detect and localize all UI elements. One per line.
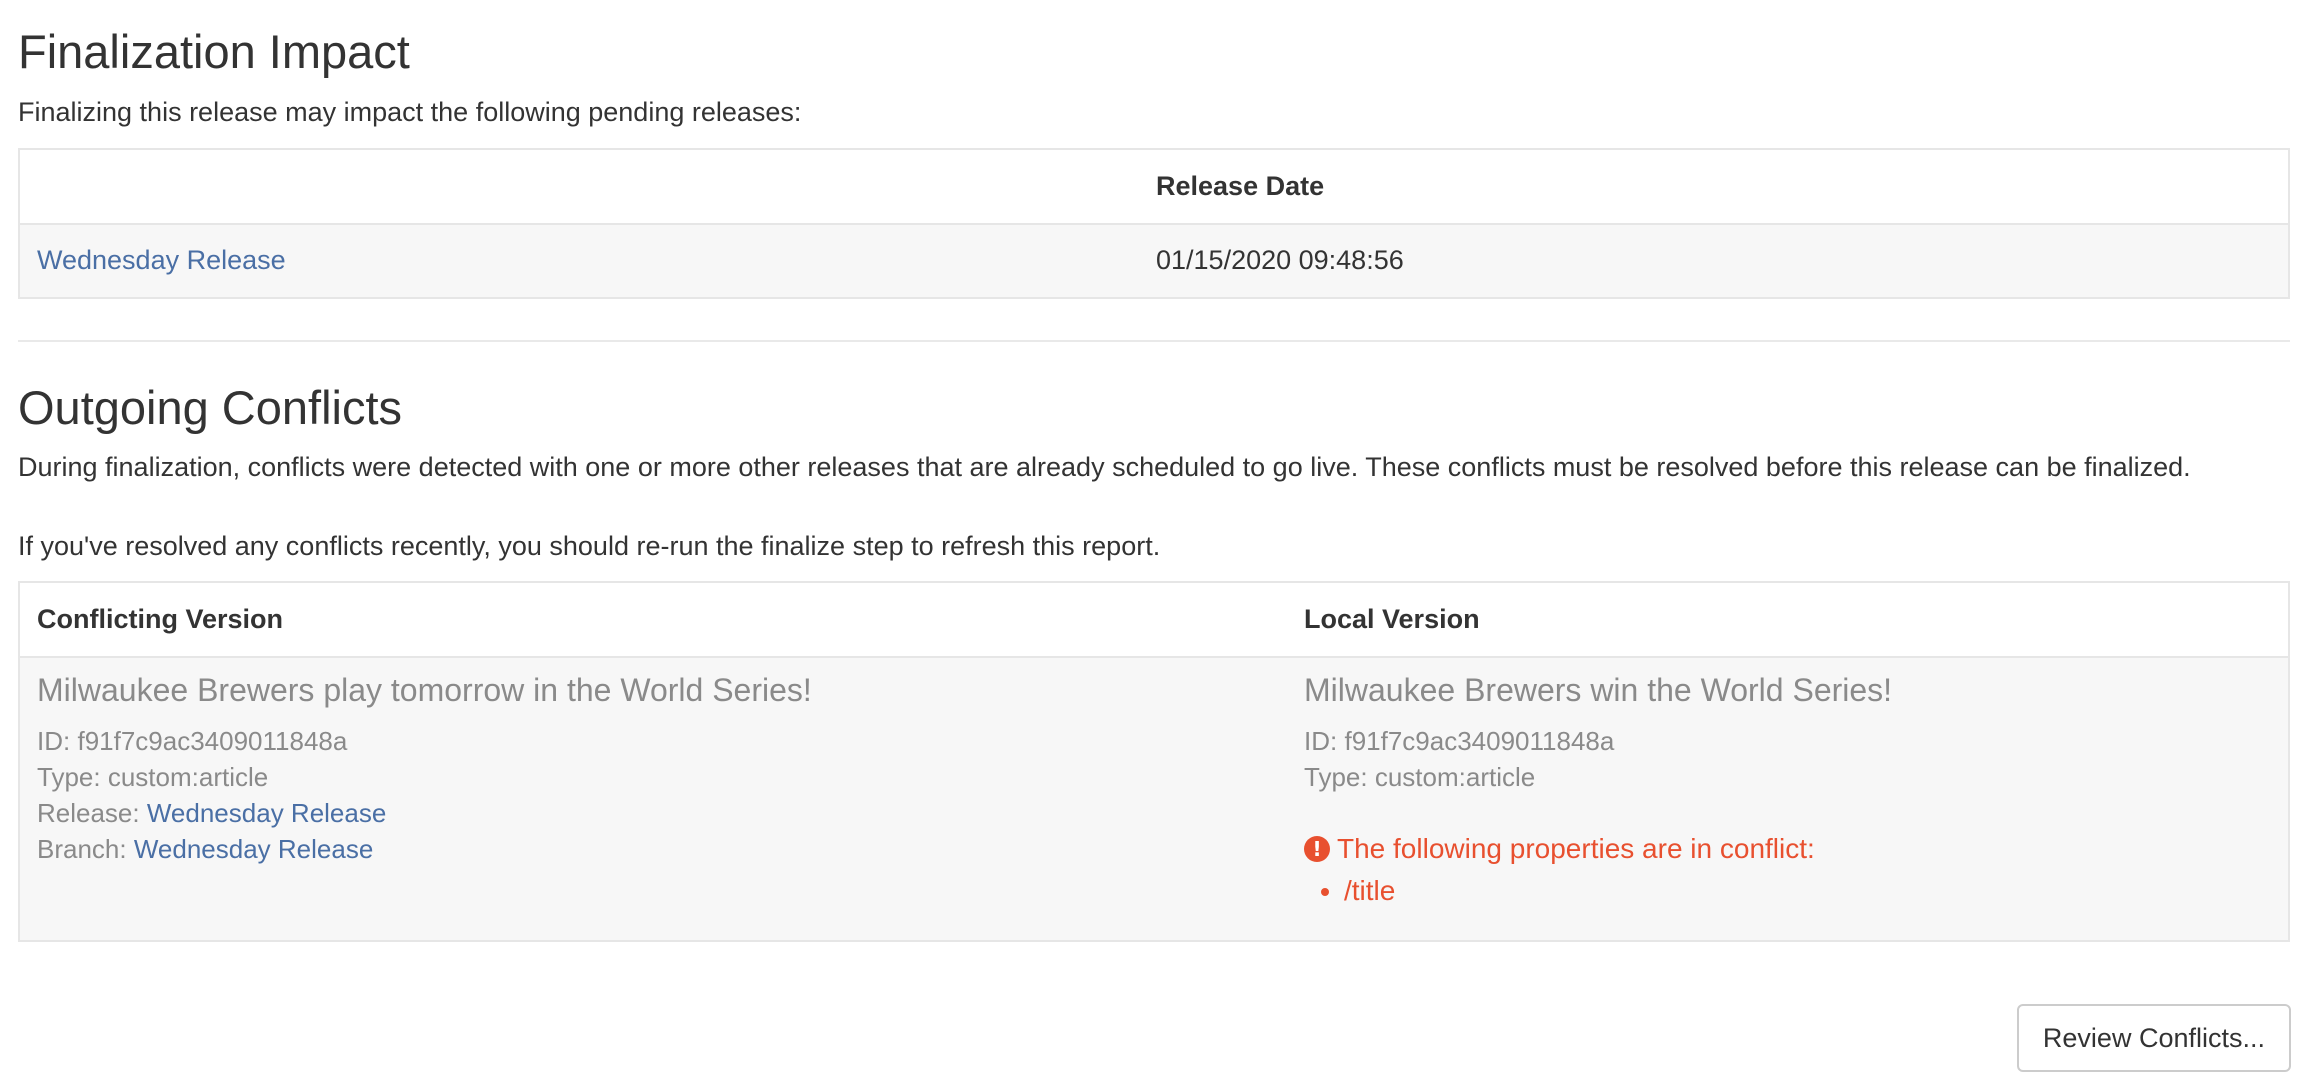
conflicting-version-cell: Milwaukee Brewers play tomorrow in the W… xyxy=(20,658,1304,868)
finalization-impact-heading: Finalization Impact xyxy=(18,25,410,78)
exclamation-circle-icon: ! xyxy=(1304,836,1330,863)
release-label: Release: xyxy=(37,798,140,829)
id-value: f91f7c9ac3409011848a xyxy=(1344,726,1615,757)
local-version-column-header: Local Version xyxy=(1304,603,1480,634)
type-label: Type: xyxy=(1304,762,1368,793)
type-value: custom:article xyxy=(107,762,269,793)
review-conflicts-button[interactable]: Review Conflicts... xyxy=(2016,1004,2291,1072)
local-id: ID: f91f7c9ac3409011848a xyxy=(1304,723,1892,759)
branch-link[interactable]: Wednesday Release xyxy=(134,834,373,864)
conflicting-type: Type: custom:article xyxy=(37,759,1304,795)
conflicting-release: Release: Wednesday Release xyxy=(37,795,1304,831)
conflict-warning: ! The following properties are in confli… xyxy=(1304,833,1892,865)
table-row: Milwaukee Brewers play tomorrow in the W… xyxy=(20,657,2288,940)
branch-label: Branch: xyxy=(37,834,127,865)
table-header-row: Conflicting Version Local Version xyxy=(20,582,2288,658)
local-type: Type: custom:article xyxy=(1304,759,1892,795)
outgoing-conflicts-heading: Outgoing Conflicts xyxy=(18,380,403,434)
conflicting-properties-list: /title xyxy=(1304,871,1892,912)
release-link[interactable]: Wednesday Release xyxy=(147,798,386,828)
rerun-finalize-note: If you've resolved any conflicts recentl… xyxy=(18,530,1161,561)
outgoing-conflicts-description: During finalization, conflicts were dete… xyxy=(18,451,2191,482)
list-item: /title xyxy=(1344,871,1892,912)
type-value: custom:article xyxy=(1374,762,1536,793)
release-date-cell: 01/15/2020 09:48:56 xyxy=(1156,245,1404,276)
conflicting-id: ID: f91f7c9ac3409011848a xyxy=(37,723,1304,759)
release-date-column-header: Release Date xyxy=(1156,170,1325,201)
id-label: ID: xyxy=(37,726,71,757)
conflict-warning-text: The following properties are in conflict… xyxy=(1337,833,1815,865)
page: Finalization Impact Finalizing this rele… xyxy=(0,0,2310,1092)
type-label: Type: xyxy=(37,762,101,793)
conflicting-doc-title: Milwaukee Brewers play tomorrow in the W… xyxy=(37,671,812,708)
conflicting-version-column-header: Conflicting Version xyxy=(37,603,284,634)
local-doc-title: Milwaukee Brewers win the World Series! xyxy=(1304,671,1893,708)
table-row: Wednesday Release 01/15/2020 09:48:56 xyxy=(20,224,2288,297)
finalization-impact-description: Finalizing this release may impact the f… xyxy=(18,96,802,127)
id-value: f91f7c9ac3409011848a xyxy=(77,726,348,757)
conflicting-branch: Branch: Wednesday Release xyxy=(37,831,1304,867)
conflicts-table: Conflicting Version Local Version Milwau… xyxy=(18,580,2290,942)
release-name-cell: Wednesday Release xyxy=(20,245,1156,276)
id-label: ID: xyxy=(1304,726,1338,757)
local-version-cell: Milwaukee Brewers win the World Series! … xyxy=(1304,658,1892,912)
section-divider xyxy=(18,339,2290,342)
table-header-row: Release Date xyxy=(20,149,2288,225)
release-link-wednesday[interactable]: Wednesday Release xyxy=(37,245,286,275)
pending-releases-table: Release Date Wednesday Release 01/15/202… xyxy=(18,147,2290,299)
